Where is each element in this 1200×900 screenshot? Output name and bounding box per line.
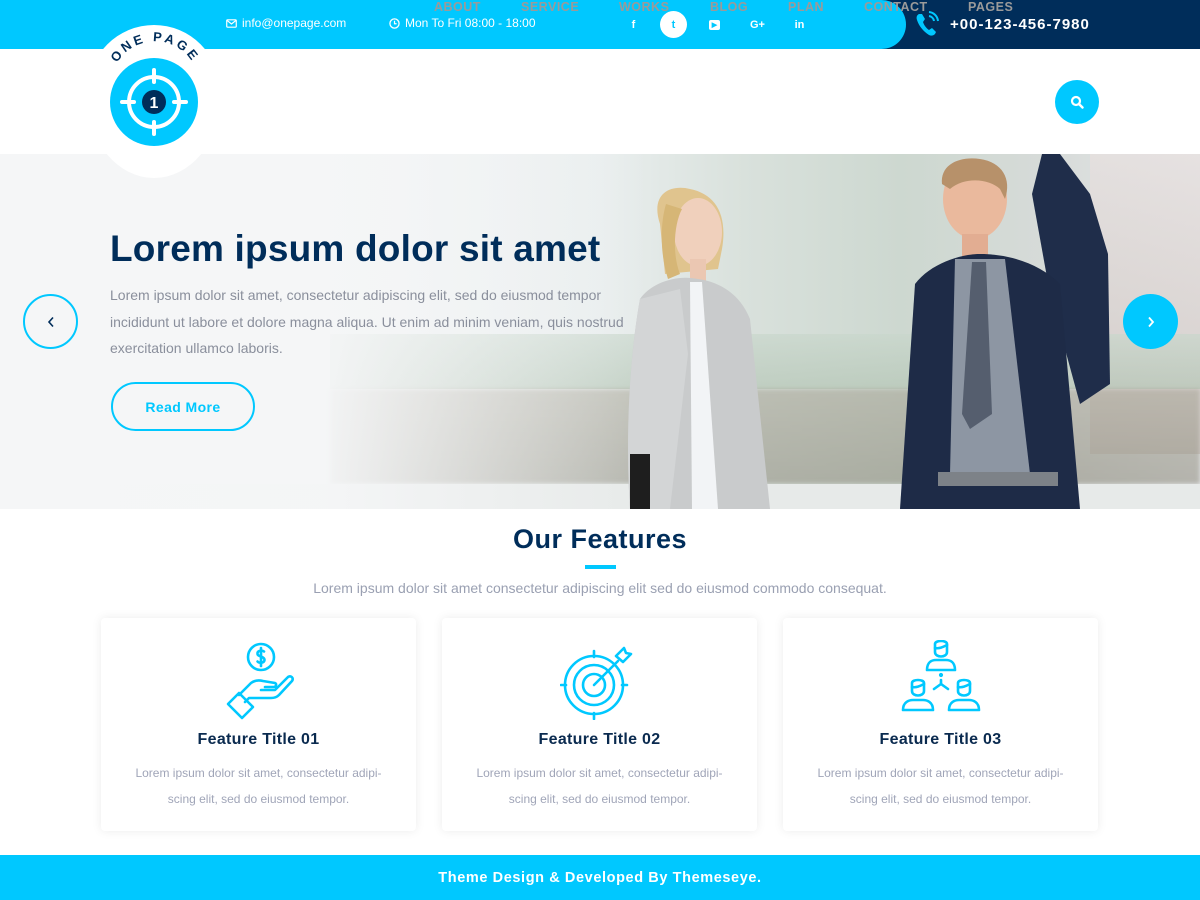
- nav-item-plan[interactable]: PLAN: [788, 0, 824, 14]
- youtube-icon: ▶: [708, 19, 721, 30]
- hours-text: Mon To Fri 08:00 - 18:00: [405, 16, 536, 30]
- nav-item-pages[interactable]: PAGES: [968, 0, 1013, 14]
- google-plus-link[interactable]: G+: [744, 11, 771, 38]
- slider-prev-button[interactable]: [23, 294, 78, 349]
- email-contact[interactable]: info@onepage.com: [226, 16, 346, 30]
- read-more-button[interactable]: Read More: [111, 382, 255, 431]
- chevron-right-icon: [1147, 316, 1154, 327]
- nav-item-home[interactable]: HOME: [353, 0, 393, 14]
- feature-text: Lorem ipsum dolor sit amet, consectetur …: [817, 766, 1064, 806]
- feature-title: Feature Title 02: [538, 731, 661, 748]
- hours-info: Mon To Fri 08:00 - 18:00: [389, 16, 536, 30]
- site-logo[interactable]: ONE PAGE 1: [94, 29, 214, 170]
- nav-item-blog[interactable]: BLOG: [710, 0, 748, 14]
- hero-text: Lorem ipsum dolor sit amet, consectetur …: [110, 287, 624, 356]
- youtube-link[interactable]: ▶: [701, 11, 728, 38]
- nav-item-contact[interactable]: CONTACT: [864, 0, 928, 14]
- linkedin-icon: in: [794, 18, 805, 31]
- linkedin-link[interactable]: in: [786, 11, 813, 38]
- chevron-left-icon: [47, 316, 54, 327]
- envelope-icon: [226, 18, 237, 28]
- nav-item-service[interactable]: SERVICE: [521, 0, 579, 14]
- hand-coin-icon: [226, 642, 294, 720]
- phone-number: +00-123-456-7980: [950, 15, 1090, 33]
- hero-people-image: [628, 154, 1110, 509]
- logo-mark: ONE PAGE 1: [107, 29, 200, 146]
- twitter-icon: t: [671, 18, 676, 31]
- page: info@onepage.com Mon To Fri 08:00 - 18:0…: [0, 0, 1200, 900]
- feature-card[interactable]: Feature Title 01 Lorem ipsum dolor sit a…: [101, 618, 416, 831]
- team-network-icon: [901, 640, 980, 712]
- svg-text:1: 1: [150, 95, 159, 112]
- facebook-icon: f: [631, 18, 636, 31]
- google-plus-icon: G+: [750, 18, 765, 31]
- feature-text: Lorem ipsum dolor sit amet, consectetur …: [135, 766, 382, 806]
- twitter-link[interactable]: t: [660, 11, 687, 38]
- email-text: info@onepage.com: [242, 16, 347, 30]
- target-arrow-icon: [559, 646, 632, 720]
- man-figure: [900, 154, 1110, 509]
- hero-title: Lorem ipsum dolor sit amet: [110, 228, 601, 269]
- feature-text: Lorem ipsum dolor sit amet, consectetur …: [476, 766, 723, 806]
- nav-item-about[interactable]: ABOUT: [434, 0, 481, 14]
- facebook-link[interactable]: f: [620, 11, 647, 38]
- search-button[interactable]: [1055, 80, 1099, 124]
- features-title: Our Features: [512, 524, 688, 554]
- search-icon: [1070, 95, 1084, 109]
- features-title-underline: [585, 565, 616, 569]
- feature-title: Feature Title 03: [879, 731, 1002, 748]
- clock-icon: [389, 17, 400, 29]
- features-subtitle: Lorem ipsum dolor sit amet consectetur a…: [313, 580, 887, 596]
- feature-title: Feature Title 01: [197, 731, 320, 748]
- feature-card[interactable]: Feature Title 03 Lorem ipsum dolor sit a…: [783, 618, 1098, 831]
- slider-next-button[interactable]: [1123, 294, 1178, 349]
- feature-card[interactable]: Feature Title 02 Lorem ipsum dolor sit a…: [442, 618, 757, 831]
- phone-contact[interactable]: +00-123-456-7980: [914, 10, 1090, 38]
- footer-credit: Theme Design & Developed By Themeseye.: [438, 869, 762, 886]
- phone-ringing-icon: [916, 11, 939, 36]
- hero-slider: Lorem ipsum dolor sit amet Lorem ipsum d…: [0, 154, 1200, 509]
- nav-item-works[interactable]: WORKS: [619, 0, 669, 14]
- footer: Theme Design & Developed By Themeseye.: [0, 855, 1200, 900]
